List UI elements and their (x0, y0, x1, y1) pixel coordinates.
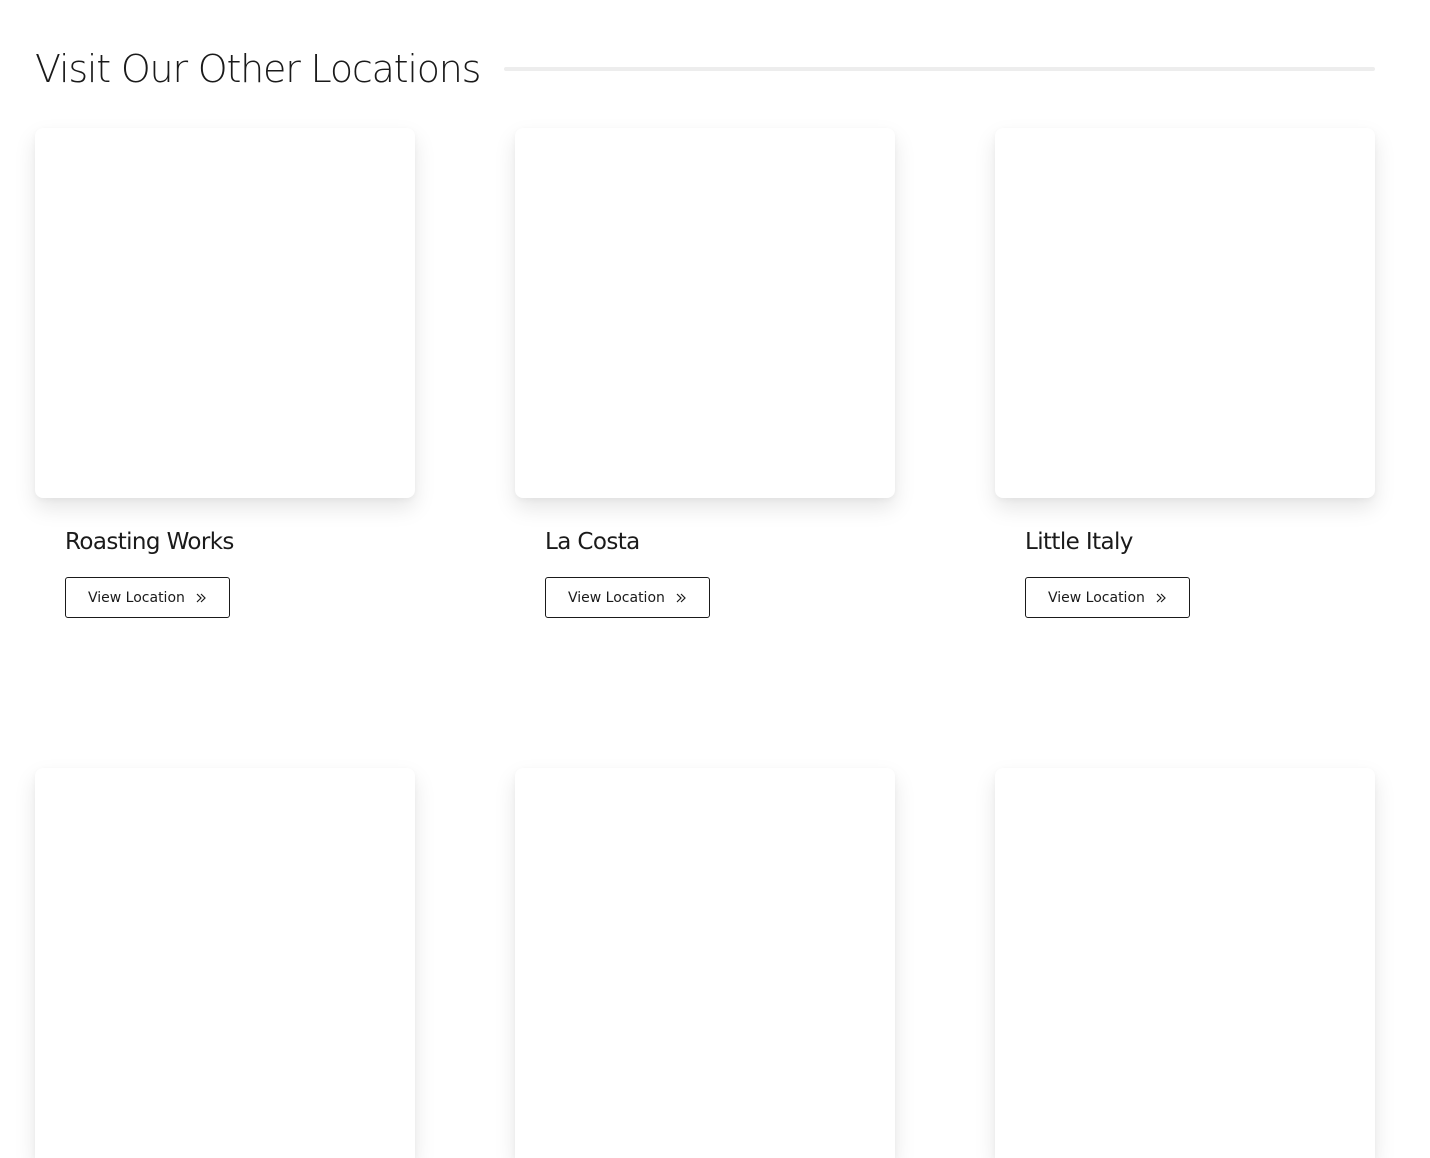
location-card (35, 768, 415, 1158)
location-card-little-italy: Little Italy View Location (995, 128, 1375, 618)
view-location-button[interactable]: View Location (1025, 577, 1190, 618)
location-card-roasting-works: Roasting Works View Location (35, 128, 415, 618)
double-chevron-right-icon (196, 593, 206, 602)
view-location-label: View Location (568, 589, 665, 606)
location-name[interactable]: Little Italy (1025, 526, 1375, 558)
view-location-label: View Location (1048, 589, 1145, 606)
location-card (515, 768, 895, 1158)
location-image[interactable] (515, 768, 895, 1158)
view-location-button[interactable]: View Location (545, 577, 710, 618)
section-title: Visit Our Other Locations (35, 47, 481, 91)
location-image[interactable] (35, 768, 415, 1158)
location-image[interactable] (35, 128, 415, 498)
title-divider (504, 67, 1375, 71)
location-name[interactable]: Roasting Works (65, 526, 415, 558)
double-chevron-right-icon (1156, 593, 1166, 602)
location-name[interactable]: La Costa (545, 526, 895, 558)
view-location-label: View Location (88, 589, 185, 606)
location-image[interactable] (995, 128, 1375, 498)
location-card (995, 768, 1375, 1158)
location-image[interactable] (515, 128, 895, 498)
location-card-la-costa: La Costa View Location (515, 128, 895, 618)
section-header: Visit Our Other Locations (35, 44, 1375, 94)
location-image[interactable] (995, 768, 1375, 1158)
double-chevron-right-icon (676, 593, 686, 602)
view-location-button[interactable]: View Location (65, 577, 230, 618)
